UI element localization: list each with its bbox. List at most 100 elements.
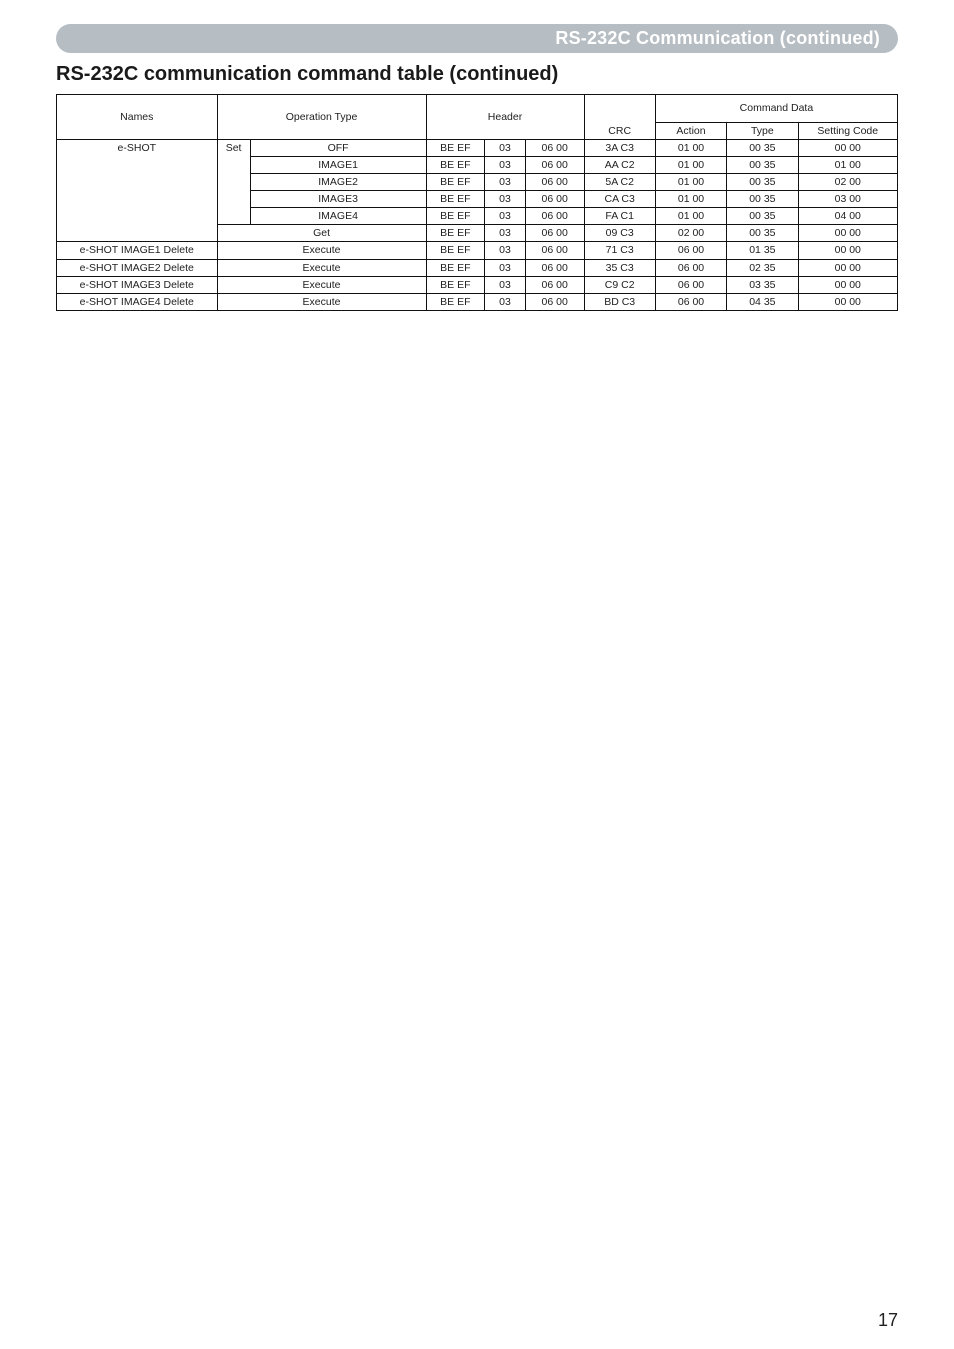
cell-h1: BE EF: [426, 276, 485, 293]
cell-op: IMAGE3: [250, 191, 426, 208]
cell-type: 02 35: [727, 259, 798, 276]
cell-name-eshot: e-SHOT: [57, 140, 218, 242]
cell-act: 01 00: [655, 174, 726, 191]
cell-act: 06 00: [655, 276, 726, 293]
cell-crc: 71 C3: [584, 242, 655, 259]
cell-h2: 03: [485, 276, 526, 293]
cell-op: OFF: [250, 140, 426, 157]
cell-h3: 06 00: [525, 242, 584, 259]
cell-code: 00 00: [798, 225, 897, 242]
cell-h3: 06 00: [525, 276, 584, 293]
col-operation-type: Operation Type: [217, 95, 426, 140]
cell-h1: BE EF: [426, 208, 485, 225]
cell-h3: 06 00: [525, 157, 584, 174]
cell-type: 03 35: [727, 276, 798, 293]
cell-h1: BE EF: [426, 157, 485, 174]
cell-h3: 06 00: [525, 208, 584, 225]
header-bar-text: RS-232C Communication (continued): [74, 28, 880, 49]
cell-h2: 03: [485, 259, 526, 276]
cell-act: 06 00: [655, 259, 726, 276]
table-row: e-SHOT IMAGE3 Delete Execute BE EF 03 06…: [57, 276, 898, 293]
cell-name: e-SHOT IMAGE2 Delete: [57, 259, 218, 276]
cell-h3: 06 00: [525, 174, 584, 191]
cell-h1: BE EF: [426, 140, 485, 157]
cell-type: 00 35: [727, 157, 798, 174]
col-setting-code: Setting Code: [798, 123, 897, 140]
cell-type: 01 35: [727, 242, 798, 259]
cell-op: IMAGE4: [250, 208, 426, 225]
cell-code: 00 00: [798, 140, 897, 157]
cell-type: 04 35: [727, 293, 798, 310]
cell-act: 01 00: [655, 191, 726, 208]
col-action: Action: [655, 123, 726, 140]
col-type: Type: [727, 123, 798, 140]
cell-h2: 03: [485, 140, 526, 157]
col-crc: CRC: [584, 95, 655, 140]
cell-act: 01 00: [655, 157, 726, 174]
table-row: e-SHOT IMAGE4 Delete Execute BE EF 03 06…: [57, 293, 898, 310]
cell-crc: 09 C3: [584, 225, 655, 242]
cell-name: e-SHOT IMAGE4 Delete: [57, 293, 218, 310]
table-body: e-SHOT Set OFF BE EF 03 06 00 3A C3 01 0…: [57, 140, 898, 311]
cell-h1: BE EF: [426, 293, 485, 310]
cell-act: 01 00: [655, 140, 726, 157]
cell-crc: BD C3: [584, 293, 655, 310]
page-container: RS-232C Communication (continued) RS-232…: [0, 0, 954, 1349]
cell-op: Execute: [217, 259, 426, 276]
cell-crc: 5A C2: [584, 174, 655, 191]
cell-crc: FA C1: [584, 208, 655, 225]
cell-h2: 03: [485, 208, 526, 225]
table-row: e-SHOT IMAGE1 Delete Execute BE EF 03 06…: [57, 242, 898, 259]
command-table: Names Operation Type Header CRC Command …: [56, 94, 898, 311]
col-header: Header: [426, 95, 584, 140]
cell-h3: 06 00: [525, 259, 584, 276]
cell-h3: 06 00: [525, 191, 584, 208]
cell-name: e-SHOT IMAGE3 Delete: [57, 276, 218, 293]
cell-op: Execute: [217, 293, 426, 310]
cell-code: 00 00: [798, 276, 897, 293]
table-head: Names Operation Type Header CRC Command …: [57, 95, 898, 140]
cell-code: 00 00: [798, 293, 897, 310]
cell-set: Set: [217, 140, 250, 225]
cell-h1: BE EF: [426, 242, 485, 259]
cell-type: 00 35: [727, 191, 798, 208]
cell-crc: AA C2: [584, 157, 655, 174]
cell-op: Get: [217, 225, 426, 242]
cell-type: 00 35: [727, 208, 798, 225]
cell-name: e-SHOT IMAGE1 Delete: [57, 242, 218, 259]
cell-type: 00 35: [727, 140, 798, 157]
cell-act: 06 00: [655, 293, 726, 310]
table-row: e-SHOT IMAGE2 Delete Execute BE EF 03 06…: [57, 259, 898, 276]
cell-h2: 03: [485, 191, 526, 208]
cell-type: 00 35: [727, 174, 798, 191]
cell-code: 03 00: [798, 191, 897, 208]
cell-h2: 03: [485, 174, 526, 191]
header-bar: RS-232C Communication (continued): [56, 24, 898, 53]
cell-op: Execute: [217, 276, 426, 293]
cell-code: 02 00: [798, 174, 897, 191]
cell-op: Execute: [217, 242, 426, 259]
cell-h2: 03: [485, 293, 526, 310]
cell-act: 06 00: [655, 242, 726, 259]
cell-crc: 35 C3: [584, 259, 655, 276]
cell-h3: 06 00: [525, 140, 584, 157]
cell-h2: 03: [485, 225, 526, 242]
cell-h2: 03: [485, 242, 526, 259]
cell-code: 00 00: [798, 259, 897, 276]
cell-code: 04 00: [798, 208, 897, 225]
col-command-data: Command Data: [655, 95, 897, 123]
cell-act: 02 00: [655, 225, 726, 242]
col-names: Names: [57, 95, 218, 140]
section-title: RS-232C communication command table (con…: [56, 63, 898, 86]
table-row: e-SHOT Set OFF BE EF 03 06 00 3A C3 01 0…: [57, 140, 898, 157]
cell-h1: BE EF: [426, 259, 485, 276]
cell-h2: 03: [485, 157, 526, 174]
cell-act: 01 00: [655, 208, 726, 225]
cell-crc: 3A C3: [584, 140, 655, 157]
cell-code: 00 00: [798, 242, 897, 259]
cell-crc: C9 C2: [584, 276, 655, 293]
page-number: 17: [878, 1310, 898, 1331]
cell-h3: 06 00: [525, 225, 584, 242]
cell-h3: 06 00: [525, 293, 584, 310]
cell-code: 01 00: [798, 157, 897, 174]
